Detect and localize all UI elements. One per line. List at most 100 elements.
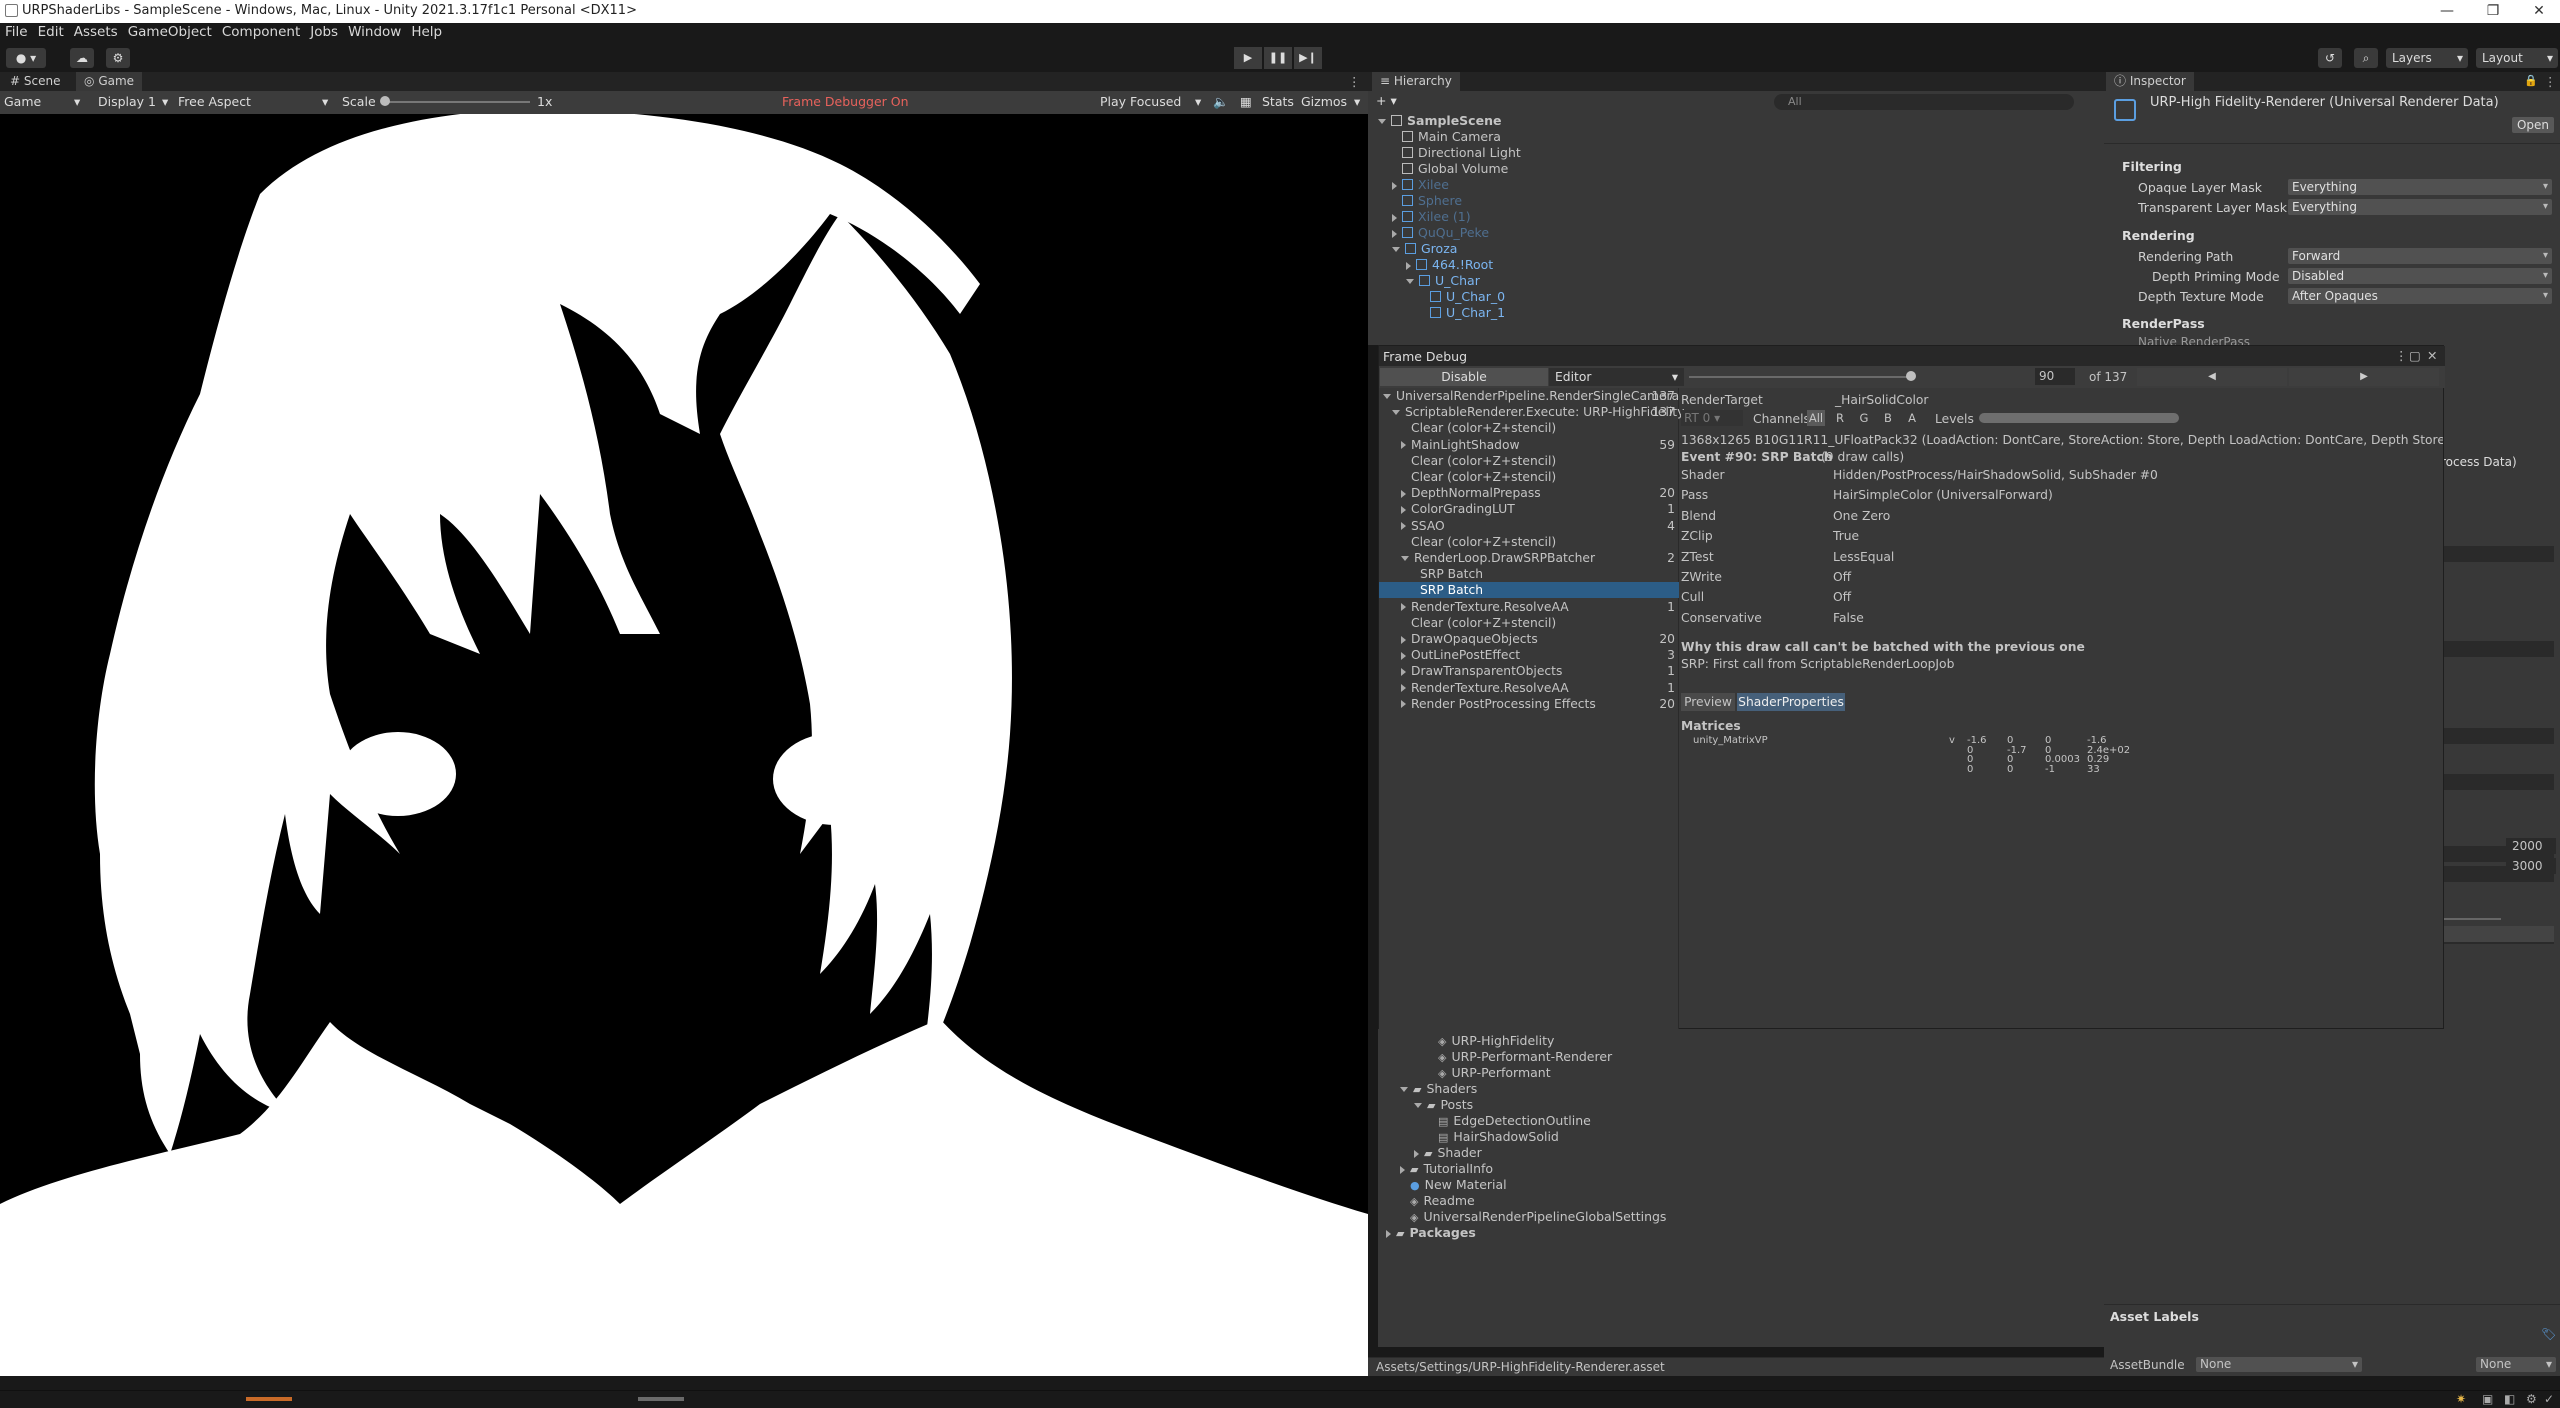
project-item[interactable]: ▤ EdgeDetectionOutline (1428, 1113, 1591, 1129)
fd-maximize-icon[interactable]: ▢ (2409, 348, 2421, 363)
field-input-1[interactable] (2441, 728, 2554, 744)
frame-event-item[interactable]: SRP Batch (1379, 582, 1679, 599)
open-button[interactable]: Open (2512, 117, 2554, 133)
status-icon-4[interactable]: ⚙ (2526, 1392, 2537, 1406)
expand-arrow-icon[interactable] (1401, 651, 1406, 660)
expand-arrow-icon[interactable] (1392, 181, 1397, 190)
expand-arrow-icon[interactable] (1392, 247, 1400, 252)
project-item[interactable]: ▰ Shader (1414, 1145, 1482, 1161)
layers-dropdown[interactable]: Layers ▾ (2386, 48, 2468, 68)
close-icon[interactable]: ✕ (2516, 0, 2560, 23)
hierarchy-item[interactable]: Xilee (1) (1392, 209, 1471, 225)
frame-event-item[interactable]: DrawOpaqueObjects 20 (1379, 631, 1679, 647)
frame-event-item[interactable]: ColorGradingLUT 1 (1379, 501, 1679, 517)
lock-icon[interactable]: 🔒 (2524, 74, 2538, 87)
minimize-icon[interactable]: — (2424, 0, 2470, 23)
expand-arrow-icon[interactable] (1401, 505, 1406, 514)
expand-arrow-icon[interactable] (1401, 603, 1406, 612)
menu-window[interactable]: Window (343, 23, 406, 42)
expand-arrow-icon[interactable] (1392, 229, 1397, 238)
scale-slider-handle[interactable] (380, 96, 390, 106)
frame-event-item[interactable]: DrawTransparentObjects 1 (1379, 663, 1679, 679)
expand-arrow-icon[interactable] (1392, 410, 1400, 416)
expand-arrow-icon[interactable] (1401, 522, 1406, 531)
aspect-dropdown[interactable]: Free Aspect (178, 94, 251, 109)
frame-event-item[interactable]: UniversalRenderPipeline.RenderSingleCame… (1379, 388, 1679, 404)
field-dropdown-1[interactable] (2441, 546, 2554, 562)
menu-component[interactable]: Component (217, 23, 305, 42)
play-focused-dropdown[interactable]: Play Focused (1100, 94, 1181, 109)
search-icon[interactable]: ⌕ (2354, 48, 2378, 68)
hierarchy-item[interactable]: U_Char_0 (1420, 289, 1505, 305)
assetbundle-dropdown[interactable]: None ▾ (2196, 1357, 2362, 1372)
channel-a-button[interactable]: A (1903, 410, 1921, 426)
expand-arrow-icon[interactable] (1406, 261, 1411, 270)
expand-arrow-icon[interactable] (1401, 489, 1406, 498)
frame-event-item[interactable]: DepthNormalPrepass 20 (1379, 485, 1679, 501)
hierarchy-item[interactable]: Groza (1392, 241, 1457, 257)
field-dropdown-3[interactable] (2441, 774, 2554, 790)
account-button[interactable]: ● ▾ (6, 48, 46, 68)
tab-inspector[interactable]: ⓘ Inspector (2106, 72, 2194, 91)
expand-arrow-icon[interactable] (1386, 1229, 1391, 1238)
expand-arrow-icon[interactable] (1401, 556, 1409, 561)
tab-shader-properties[interactable]: ShaderProperties (1737, 693, 1845, 711)
frame-event-item[interactable]: OutLinePostEffect 3 (1379, 647, 1679, 663)
project-item[interactable]: ◈ URP-Performant-Renderer (1428, 1049, 1612, 1065)
expand-arrow-icon[interactable] (1392, 213, 1397, 222)
hierarchy-item[interactable]: Sphere (1392, 193, 1462, 209)
menu-file[interactable]: File (0, 23, 33, 42)
hierarchy-item[interactable]: Main Camera (1392, 129, 1501, 145)
rt-dropdown[interactable]: RT 0 ▾ (1681, 410, 1743, 426)
frame-event-item[interactable]: MainLightShadow 59 (1379, 437, 1679, 453)
event-slider[interactable] (1689, 376, 1911, 378)
frame-event-item[interactable]: RenderTexture.ResolveAA 1 (1379, 599, 1679, 615)
collab-icon[interactable]: ⚙ (106, 48, 130, 68)
value-2000-field[interactable]: 2000 (2506, 838, 2556, 854)
expand-arrow-icon[interactable] (1401, 700, 1406, 709)
hierarchy-item[interactable]: Global Volume (1392, 161, 1508, 177)
frame-event-item[interactable]: Clear (color+Z+stencil) (1379, 453, 1679, 469)
play-button[interactable]: ▶ (1234, 47, 1262, 69)
tab-scene[interactable]: # Scene (2, 72, 69, 91)
frame-event-item[interactable]: Clear (color+Z+stencil) (1379, 469, 1679, 485)
expand-arrow-icon[interactable] (1414, 1149, 1419, 1158)
inspector-more-icon[interactable]: ⋮ (2544, 74, 2557, 89)
expand-arrow-icon[interactable] (1383, 394, 1391, 399)
project-item[interactable]: ◈ UniversalRenderPipelineGlobalSettings (1400, 1209, 1666, 1225)
frame-event-item[interactable]: SRP Batch (1379, 566, 1679, 582)
hierarchy-item[interactable]: SampleScene (1378, 113, 1501, 129)
menu-help[interactable]: Help (406, 23, 447, 42)
step-button[interactable]: ▶❙ (1294, 47, 1322, 69)
tab-preview[interactable]: Preview (1681, 693, 1735, 711)
frame-event-item[interactable]: Clear (color+Z+stencil) (1379, 534, 1679, 550)
frame-event-item[interactable]: ScriptableRenderer.Execute: URP-HighFide… (1379, 404, 1684, 420)
expand-arrow-icon[interactable] (1406, 279, 1414, 284)
scale-slider[interactable] (384, 101, 530, 103)
channel-all-button[interactable]: All (1807, 410, 1825, 426)
project-item[interactable]: ◈ Readme (1400, 1193, 1475, 1209)
frame-event-item[interactable]: RenderTexture.ResolveAA 1 (1379, 680, 1679, 696)
status-icon-5[interactable]: ✓ (2544, 1392, 2554, 1406)
display-dropdown[interactable]: Display 1 (98, 94, 156, 109)
game-view[interactable] (0, 114, 1368, 1376)
add-object-button[interactable]: + ▾ (1376, 93, 1397, 108)
maximize-icon[interactable]: ❐ (2470, 0, 2516, 23)
depth-priming-dropdown[interactable]: Disabled (2288, 268, 2552, 284)
project-item[interactable]: ◈ URP-Performant (1428, 1065, 1551, 1081)
hierarchy-item[interactable]: Directional Light (1392, 145, 1521, 161)
prev-event-button[interactable]: ◀ (2137, 368, 2287, 386)
expand-arrow-icon[interactable] (1401, 667, 1406, 676)
project-item[interactable]: ● New Material (1400, 1177, 1507, 1193)
hierarchy-item[interactable]: U_Char_1 (1420, 305, 1505, 321)
menu-edit[interactable]: Edit (33, 23, 69, 42)
tab-hierarchy[interactable]: ≡ Hierarchy (1372, 72, 1460, 91)
pause-button[interactable]: ❚❚ (1264, 47, 1292, 69)
expand-arrow-icon[interactable] (1378, 119, 1386, 124)
project-item[interactable]: ◈ URP-HighFidelity (1428, 1033, 1554, 1049)
hierarchy-search-input[interactable]: All (1774, 94, 2074, 110)
value-3000-field[interactable]: 3000 (2506, 858, 2556, 874)
channel-b-button[interactable]: B (1879, 410, 1897, 426)
project-item[interactable]: ▰ Posts (1414, 1097, 1473, 1113)
menu-assets[interactable]: Assets (69, 23, 123, 42)
